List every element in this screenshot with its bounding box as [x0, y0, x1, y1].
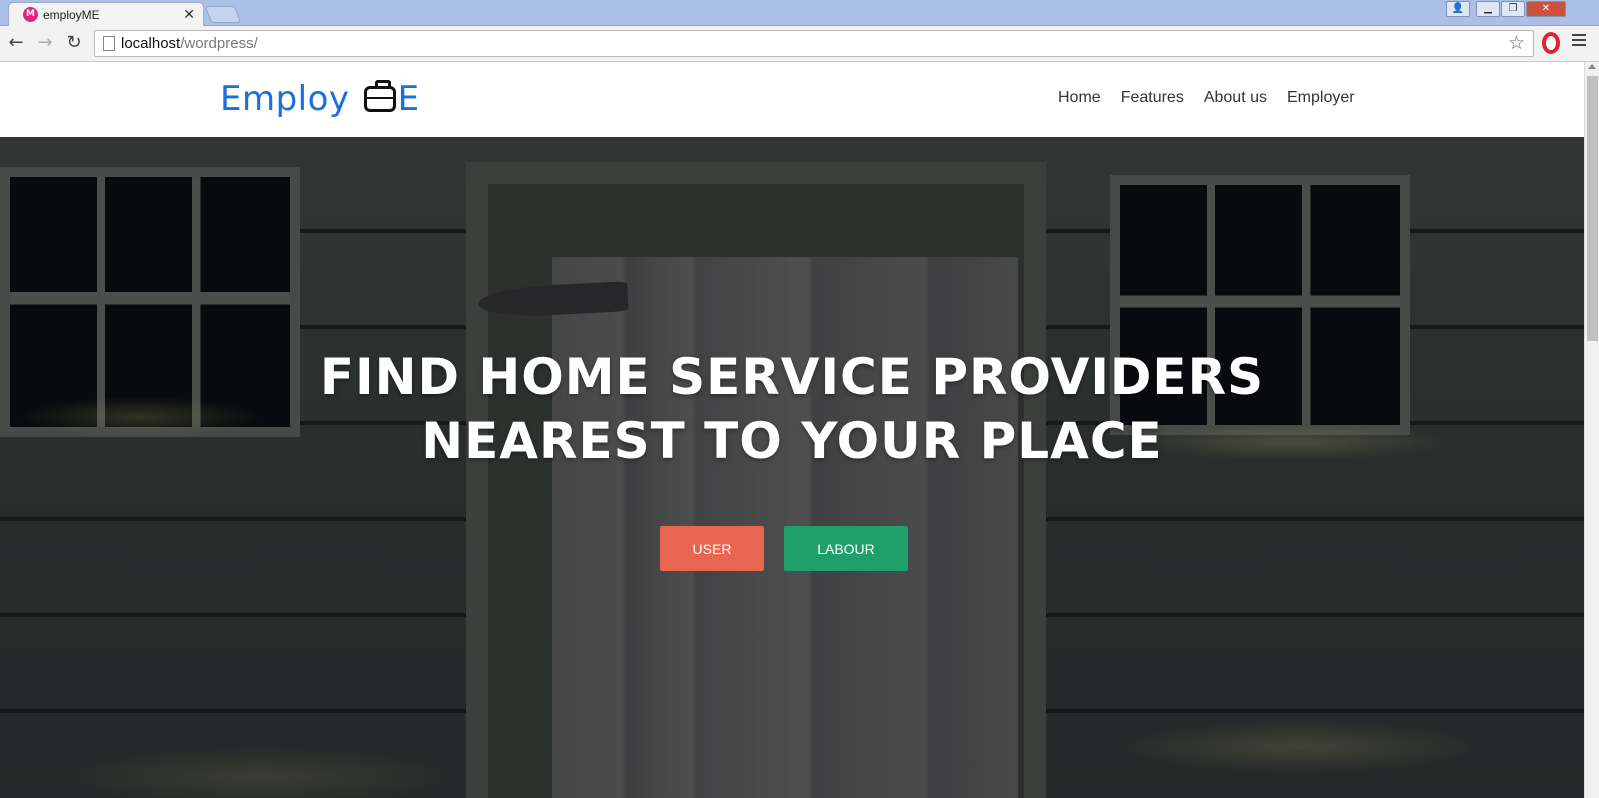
tab-close-icon[interactable]: ✕ [183, 6, 195, 23]
site-favicon-icon: M [23, 7, 38, 22]
bookmark-star-icon[interactable]: ☆ [1508, 32, 1525, 54]
nav-about-us[interactable]: About us [1204, 89, 1267, 107]
site-logo[interactable]: Employ E [220, 79, 420, 119]
logo-text-right: E [397, 79, 420, 119]
profile-icon[interactable]: 👤 [1446, 1, 1470, 17]
tab-title: employME [43, 8, 100, 22]
site-header: Employ E Home Features About us Employer [0, 62, 1584, 137]
browser-tab[interactable]: M employME ✕ [8, 2, 204, 26]
nav-employer[interactable]: Employer [1287, 89, 1355, 107]
new-tab-button[interactable] [204, 6, 242, 23]
logo-text-left: Employ [220, 79, 350, 119]
hero-title: FIND HOME SERVICE PROVIDERS NEAREST TO Y… [0, 345, 1584, 473]
restore-button[interactable]: ❐ [1501, 1, 1525, 17]
hero-title-line2: NEAREST TO YOUR PLACE [421, 412, 1163, 470]
hero-section: FIND HOME SERVICE PROVIDERS NEAREST TO Y… [0, 137, 1584, 798]
close-window-button[interactable]: ✕ [1526, 1, 1566, 17]
page-viewport: Employ E Home Features About us Employer… [0, 62, 1584, 798]
page-scrollbar[interactable] [1584, 62, 1599, 798]
page-icon [103, 36, 115, 51]
scroll-thumb[interactable] [1587, 76, 1598, 341]
labour-button[interactable]: LABOUR [784, 526, 908, 571]
briefcase-icon [363, 80, 396, 112]
opera-extension-icon[interactable] [1542, 32, 1560, 54]
minimize-button[interactable]: ▁ [1476, 1, 1500, 17]
browser-titlebar: M employME ✕ 👤 ▁ ❐ ✕ [0, 0, 1599, 26]
user-button[interactable]: USER [660, 526, 764, 571]
scroll-up-icon[interactable] [1588, 64, 1596, 69]
browser-toolbar: ← → ↻ localhost/wordpress/ ☆ [0, 26, 1599, 62]
nav-home[interactable]: Home [1058, 89, 1101, 107]
reload-icon[interactable]: ↻ [62, 31, 86, 55]
back-icon[interactable]: ← [4, 31, 28, 55]
url-host: localhost [121, 35, 181, 52]
hero-title-line1: FIND HOME SERVICE PROVIDERS [319, 348, 1265, 406]
url-text: localhost/wordpress/ [121, 35, 258, 52]
nav-features[interactable]: Features [1121, 89, 1184, 107]
browser-menu-icon[interactable] [1572, 34, 1586, 48]
main-nav: Home Features About us Employer [1058, 89, 1355, 107]
url-path: /wordpress/ [180, 35, 258, 52]
forward-icon[interactable]: → [33, 31, 57, 55]
address-bar[interactable]: localhost/wordpress/ ☆ [94, 30, 1534, 57]
